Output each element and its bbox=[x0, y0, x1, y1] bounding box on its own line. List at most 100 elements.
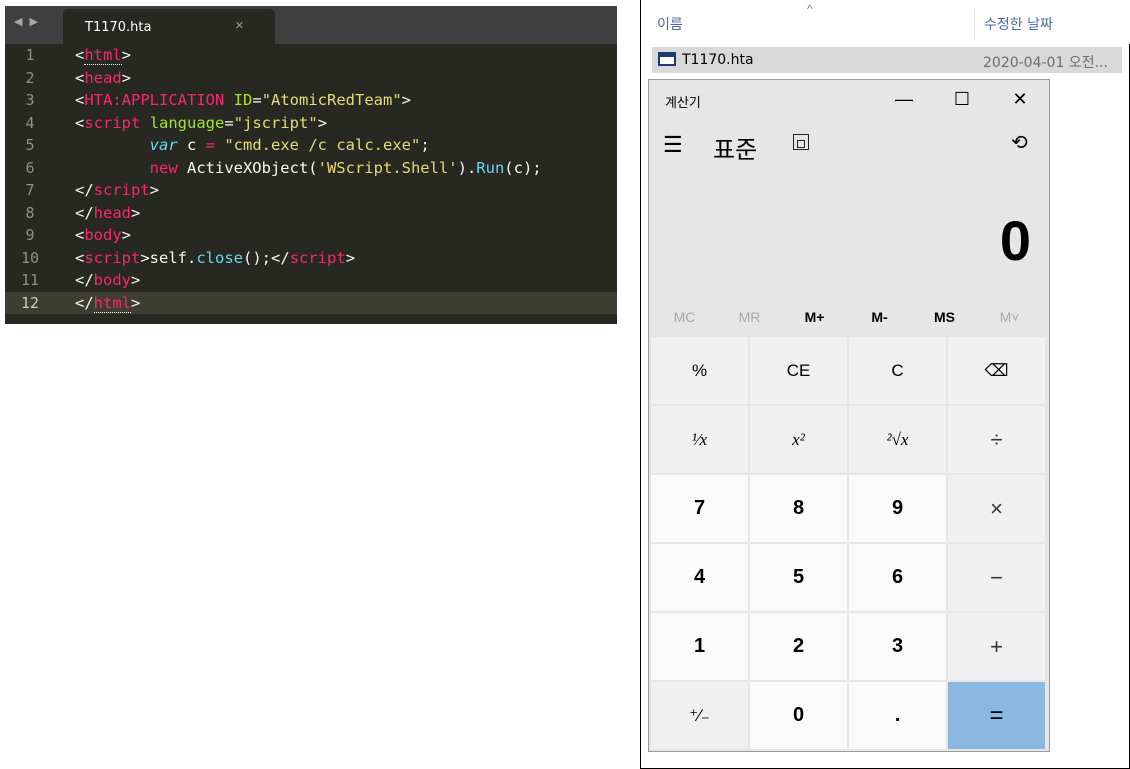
tab-t1170-hta[interactable]: T1170.hta × bbox=[63, 9, 275, 44]
code-token: "cmd.exe /c calc.exe" bbox=[224, 136, 421, 154]
code-token: > bbox=[317, 113, 328, 132]
file-name: T1170.hta bbox=[682, 52, 754, 68]
column-date-header[interactable]: 수정한 날짜 bbox=[984, 14, 1053, 34]
key-button[interactable]: C bbox=[849, 337, 946, 404]
code-token: new bbox=[149, 158, 178, 177]
line-number: 12 bbox=[5, 291, 55, 314]
file-row[interactable]: T1170.hta 2020-04-01 오전... bbox=[652, 47, 1122, 73]
code-token: 'WScript.Shell' bbox=[317, 158, 458, 177]
code-line[interactable]: var c = "cmd.exe /c calc.exe"; bbox=[55, 134, 617, 157]
code-token: var bbox=[149, 136, 178, 154]
code-token: > bbox=[345, 248, 356, 267]
maximize-button[interactable]: ☐ bbox=[933, 80, 991, 118]
key-button[interactable]: 1 bbox=[651, 613, 748, 680]
key-button[interactable]: − bbox=[948, 544, 1045, 611]
minimize-button[interactable]: — bbox=[875, 80, 933, 118]
code-token: > bbox=[121, 46, 132, 64]
code-token: script bbox=[84, 113, 141, 132]
close-button[interactable]: ✕ bbox=[991, 80, 1049, 118]
code-token: ; bbox=[420, 136, 430, 154]
hta-file-icon bbox=[658, 52, 676, 66]
key-button[interactable]: = bbox=[948, 682, 1045, 749]
calculator-titlebar[interactable]: 계산기 — ☐ ✕ bbox=[649, 80, 1049, 118]
calculator-window: 계산기 — ☐ ✕ ☰ 표준 ⟲ 0 MC MR M+ M- MS M˅ % CE C ⌫ ¹⁄x… bbox=[648, 79, 1050, 752]
key-button[interactable]: ÷ bbox=[948, 406, 1045, 473]
key-button[interactable]: 2 bbox=[750, 613, 847, 680]
code-token: Run bbox=[476, 158, 505, 177]
code-line[interactable]: <HTA:APPLICATION ID="AtomicRedTeam"> bbox=[55, 89, 617, 112]
key-button[interactable]: 4 bbox=[651, 544, 748, 611]
code-token: HTA:APPLICATION bbox=[84, 91, 225, 109]
code-line[interactable]: </html> bbox=[55, 291, 617, 314]
memory-button-m[interactable]: M˅ bbox=[977, 304, 1042, 330]
line-number: 6 bbox=[25, 158, 35, 177]
code-line[interactable]: <script language="jscript"> bbox=[55, 112, 617, 135]
key-button[interactable]: ⌫ bbox=[948, 337, 1045, 404]
code-line[interactable]: </body> bbox=[55, 269, 617, 292]
code-line[interactable]: </head> bbox=[55, 202, 617, 225]
code-line[interactable]: <body> bbox=[55, 224, 617, 247]
key-button[interactable]: 0 bbox=[750, 682, 847, 749]
file-date: 2020-04-01 오전... bbox=[983, 55, 1108, 71]
code-line[interactable]: <html> bbox=[55, 44, 617, 67]
history-icon[interactable]: ⟲ bbox=[1011, 130, 1028, 155]
code-line[interactable]: new ActiveXObject('WScript.Shell').Run(c… bbox=[55, 157, 617, 180]
memory-button-mr[interactable]: MR bbox=[717, 304, 782, 330]
code-token: head bbox=[84, 68, 122, 87]
code-token: ). bbox=[457, 158, 477, 177]
key-button[interactable]: 3 bbox=[849, 613, 946, 680]
code-token: language bbox=[149, 113, 225, 132]
key-button[interactable]: x² bbox=[750, 406, 847, 473]
column-name-header[interactable]: 이름 bbox=[657, 14, 683, 34]
key-button[interactable]: ⁺⁄₋ bbox=[651, 682, 748, 749]
memory-row: MC MR M+ M- MS M˅ bbox=[649, 304, 1049, 330]
code-token: < bbox=[75, 226, 85, 244]
key-button[interactable]: CE bbox=[750, 337, 847, 404]
code-token: > bbox=[401, 91, 412, 109]
key-button[interactable]: 7 bbox=[651, 475, 748, 542]
code-token: script bbox=[84, 248, 141, 267]
close-icon[interactable]: × bbox=[235, 17, 244, 34]
keep-on-top-icon[interactable] bbox=[793, 134, 809, 150]
code-line[interactable]: <script>self.close();</script> bbox=[55, 247, 617, 270]
result-display: 0 bbox=[999, 209, 1031, 272]
code-token: </ bbox=[75, 181, 94, 199]
keypad: % CE C ⌫ ¹⁄x x² ²√x ÷ 7 8 9 × 4 5 6− 1 2 3 + ⁺⁄₋ 0. = bbox=[651, 337, 1047, 749]
code-token: ID bbox=[233, 91, 253, 109]
tab-nav-arrows-icon[interactable]: ◀ ▶ bbox=[14, 15, 40, 28]
key-button[interactable]: % bbox=[651, 337, 748, 404]
column-divider[interactable] bbox=[974, 8, 975, 38]
column-header: 이름 ^ 수정한 날짜 bbox=[641, 0, 1130, 44]
key-button[interactable]: 8 bbox=[750, 475, 847, 542]
menu-icon[interactable]: ☰ bbox=[663, 132, 683, 158]
key-button[interactable]: × bbox=[948, 475, 1045, 542]
code-token: html bbox=[93, 293, 131, 313]
code-line[interactable]: </script> bbox=[55, 179, 617, 202]
key-button[interactable]: 5 bbox=[750, 544, 847, 611]
line-number: 5 bbox=[25, 136, 35, 154]
memory-button-ms[interactable]: MS bbox=[912, 304, 977, 330]
code-token: (c); bbox=[504, 158, 542, 177]
code-token: = bbox=[252, 91, 262, 109]
code-token: head bbox=[93, 203, 131, 222]
code-token: ();</ bbox=[243, 248, 290, 267]
code-token: </ bbox=[75, 271, 94, 289]
key-button[interactable]: 6 bbox=[849, 544, 946, 611]
key-button[interactable]: 9 bbox=[849, 475, 946, 542]
memory-button-m-minus[interactable]: M- bbox=[847, 304, 912, 330]
line-number: 1 bbox=[25, 46, 35, 64]
memory-button-m-plus[interactable]: M+ bbox=[782, 304, 847, 330]
line-number: 11 bbox=[20, 271, 40, 289]
sort-up-icon: ^ bbox=[807, 2, 813, 16]
key-button[interactable]: + bbox=[948, 613, 1045, 680]
code-token: > bbox=[131, 293, 141, 312]
key-button[interactable]: ²√x bbox=[849, 406, 946, 473]
key-button[interactable]: ¹⁄x bbox=[651, 406, 748, 473]
line-number: 9 bbox=[25, 226, 35, 244]
code-line[interactable]: <head> bbox=[55, 67, 617, 90]
key-button[interactable]: . bbox=[849, 682, 946, 749]
memory-button-mc[interactable]: MC bbox=[652, 304, 717, 330]
code-area[interactable]: <html> <head> <HTA:APPLICATION ID="AtomicR… bbox=[55, 44, 617, 324]
